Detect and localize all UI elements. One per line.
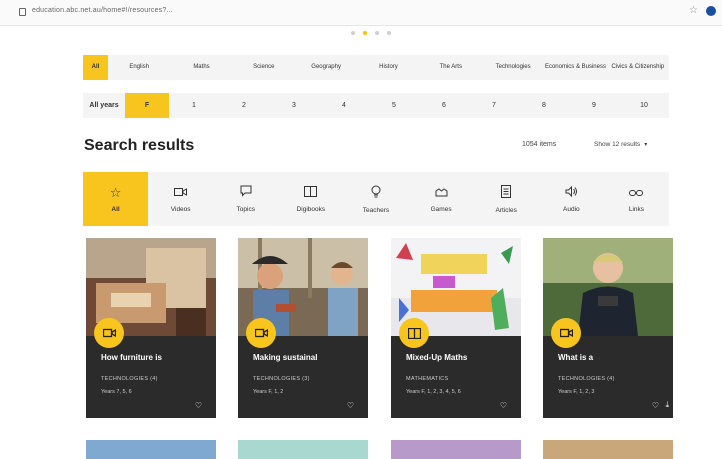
article-icon — [501, 184, 512, 201]
speech-bubble-icon — [240, 185, 252, 200]
lock-icon — [19, 8, 26, 16]
subject-english[interactable]: English — [108, 55, 170, 80]
star-icon[interactable]: ☆ — [689, 5, 698, 16]
year-1[interactable]: 1 — [169, 93, 219, 118]
card-years: Years F, 1, 2, 3 — [558, 389, 595, 395]
year-8[interactable]: 8 — [519, 93, 569, 118]
tab-audio[interactable]: Audio — [539, 172, 604, 226]
year-2[interactable]: 2 — [219, 93, 269, 118]
year-f[interactable]: F — [125, 93, 169, 118]
tab-games[interactable]: Games — [409, 172, 474, 226]
results-grid-row-2 — [86, 440, 676, 459]
card-thumbnail[interactable] — [86, 440, 216, 459]
year-filter-label[interactable]: All years — [83, 93, 125, 118]
book-icon — [399, 318, 429, 348]
tab-articles[interactable]: Articles — [474, 172, 539, 226]
card-title[interactable]: Making sustainal — [253, 353, 361, 362]
subject-economics-business[interactable]: Economics & Business — [544, 55, 606, 80]
tab-label: Audio — [563, 205, 580, 213]
heart-icon[interactable]: ♡ — [347, 401, 354, 410]
subject-the-arts[interactable]: The Arts — [420, 55, 482, 80]
card-thumbnail[interactable] — [238, 440, 368, 459]
card-subject: TECHNOLOGIES (4) — [558, 376, 615, 382]
card-title[interactable]: How furniture is — [101, 353, 209, 362]
result-card[interactable]: How furniture is TECHNOLOGIES (4) Years … — [86, 238, 216, 418]
content-type-tabs: ☆ All Videos Topics Digibooks Teachers G… — [83, 172, 669, 226]
card-years: Years F, 1, 2 — [253, 389, 284, 395]
carousel-dot[interactable] — [351, 31, 355, 35]
year-9[interactable]: 9 — [569, 93, 619, 118]
card-thumbnail[interactable] — [543, 440, 673, 459]
subject-history[interactable]: History — [357, 55, 419, 80]
results-count: 1054 items — [522, 141, 557, 148]
video-icon — [551, 318, 581, 348]
heart-icon[interactable]: ♡ — [195, 401, 202, 410]
card-years: Years 7, 5, 6 — [101, 389, 132, 395]
audio-icon — [565, 185, 578, 200]
lightbulb-icon — [371, 185, 381, 201]
show-results-label: Show 12 results — [594, 141, 641, 148]
tab-label: Links — [628, 205, 645, 213]
card-title[interactable]: What is a — [558, 353, 666, 362]
heart-icon[interactable]: ♡ — [500, 401, 507, 410]
carousel-dots — [351, 31, 391, 35]
star-icon: ☆ — [109, 184, 122, 200]
subject-technologies[interactable]: Technologies — [482, 55, 544, 80]
year-5[interactable]: 5 — [369, 93, 419, 118]
year-4[interactable]: 4 — [319, 93, 369, 118]
result-card[interactable]: Making sustainal TECHNOLOGIES (3) Years … — [238, 238, 368, 418]
year-6[interactable]: 6 — [419, 93, 469, 118]
tab-label: Videos — [170, 205, 191, 213]
card-subject: TECHNOLOGIES (4) — [101, 376, 158, 382]
search-results-title: Search results — [84, 137, 195, 154]
download-icon[interactable]: ⤓ — [665, 400, 669, 410]
heart-icon[interactable]: ♡ — [652, 401, 659, 410]
book-icon — [304, 185, 318, 200]
show-results-dropdown[interactable]: Show 12 results ▾ — [594, 141, 647, 148]
browser-address-bar[interactable]: education.abc.net.au/home#!/resources?..… — [0, 0, 722, 26]
tab-label: All — [111, 205, 120, 213]
subject-filter: All English Maths Science Geography Hist… — [83, 55, 669, 80]
year-10[interactable]: 10 — [619, 93, 669, 118]
video-icon — [94, 318, 124, 348]
card-subject: MATHEMATICS — [406, 376, 449, 382]
subject-all[interactable]: All — [83, 55, 108, 80]
tab-teachers[interactable]: Teachers — [343, 172, 408, 226]
result-card[interactable]: What is a TECHNOLOGIES (4) Years F, 1, 2… — [543, 238, 673, 418]
profile-icon[interactable] — [706, 6, 716, 16]
url-text[interactable]: education.abc.net.au/home#!/resources?..… — [32, 7, 173, 14]
tab-label: Teachers — [362, 206, 390, 214]
game-icon — [435, 186, 448, 200]
carousel-dot[interactable] — [375, 31, 379, 35]
tab-all[interactable]: ☆ All — [83, 172, 149, 226]
tab-label: Articles — [495, 206, 517, 214]
card-thumbnail[interactable] — [391, 440, 521, 459]
results-grid: How furniture is TECHNOLOGIES (4) Years … — [86, 238, 676, 418]
year-3[interactable]: 3 — [269, 93, 319, 118]
video-icon — [246, 318, 276, 348]
subject-geography[interactable]: Geography — [295, 55, 357, 80]
carousel-dot[interactable] — [387, 31, 391, 35]
tab-label: Games — [430, 205, 452, 213]
result-card[interactable]: Mixed-Up Maths MATHEMATICS Years F, 1, 2… — [391, 238, 521, 418]
tab-topics[interactable]: Topics — [213, 172, 278, 226]
chevron-down-icon: ▾ — [644, 142, 648, 148]
video-icon — [174, 186, 188, 200]
subject-civics-citizenship[interactable]: Civics & Citizenship — [607, 55, 669, 80]
tab-digibooks[interactable]: Digibooks — [278, 172, 343, 226]
card-subject: TECHNOLOGIES (3) — [253, 376, 310, 382]
tab-label: Topics — [236, 206, 255, 213]
subject-maths[interactable]: Maths — [170, 55, 232, 80]
year-7[interactable]: 7 — [469, 93, 519, 118]
subject-science[interactable]: Science — [233, 55, 295, 80]
tab-label: Digibooks — [296, 205, 326, 213]
card-years: Years F, 1, 2, 3, 4, 5, 6 — [406, 389, 461, 395]
year-filter: All years F 1 2 3 4 5 6 7 8 9 10 — [83, 93, 669, 118]
carousel-dot-active[interactable] — [363, 31, 367, 35]
card-title[interactable]: Mixed-Up Maths — [406, 353, 514, 362]
link-icon — [629, 186, 644, 200]
tab-videos[interactable]: Videos — [148, 172, 213, 226]
tab-links[interactable]: Links — [604, 172, 669, 226]
